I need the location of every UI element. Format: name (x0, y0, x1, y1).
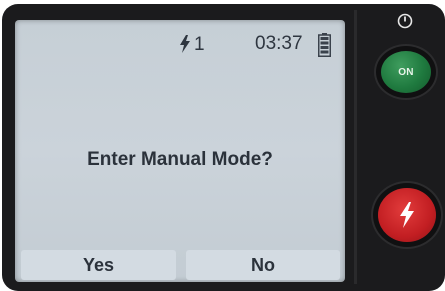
flash-fire-button[interactable] (378, 188, 436, 242)
power-icon (397, 13, 413, 29)
clock: 03:37 (255, 33, 303, 54)
lcd-screen: 1 03:37 Enter Manual Mode? Yes No (15, 20, 345, 282)
lightning-icon (400, 202, 414, 228)
status-bar: 1 03:37 (15, 20, 345, 58)
panel-divider (354, 10, 357, 284)
lightning-icon (180, 35, 190, 53)
yes-softkey[interactable]: Yes (21, 250, 176, 280)
battery-icon (318, 33, 331, 57)
no-softkey[interactable]: No (186, 250, 340, 280)
flash-count: 1 (194, 33, 205, 55)
on-button[interactable]: ON (381, 51, 431, 93)
flash-trigger-device: 1 03:37 Enter Manual Mode? Yes No ON (0, 0, 445, 291)
dialog-message: Enter Manual Mode? (87, 149, 273, 170)
flash-count-indicator: 1 (179, 33, 205, 55)
